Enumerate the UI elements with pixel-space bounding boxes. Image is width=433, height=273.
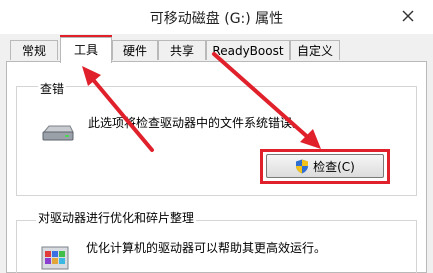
- window-title: 可移动磁盘 (G:) 属性: [149, 11, 284, 27]
- tab-general[interactable]: 常规: [10, 40, 58, 60]
- tab-strip: 常规 工具 硬件 共享 ReadyBoost 自定义: [0, 34, 433, 63]
- optimize-description: 优化计算机的驱动器可以帮助其更高效运行。: [86, 241, 327, 255]
- tab-hardware[interactable]: 硬件: [112, 40, 158, 60]
- optimize-heading: 对驱动器进行优化和碎片整理: [36, 209, 197, 226]
- annotation-box-check-button: [260, 149, 390, 184]
- drive-icon: [42, 125, 74, 141]
- tab-readyboost[interactable]: ReadyBoost: [206, 40, 290, 60]
- close-button[interactable]: [397, 6, 419, 26]
- tab-customize[interactable]: 自定义: [290, 40, 340, 60]
- defrag-icon: [41, 246, 69, 270]
- tab-tools[interactable]: 工具: [60, 37, 112, 63]
- close-icon: [402, 10, 414, 22]
- error-check-description: 此选项将检查驱动器中的文件系统错误。: [88, 116, 305, 130]
- error-check-heading: 查错: [38, 80, 67, 97]
- tab-sharing[interactable]: 共享: [158, 40, 206, 60]
- title-bar: 可移动磁盘 (G:) 属性: [0, 0, 433, 34]
